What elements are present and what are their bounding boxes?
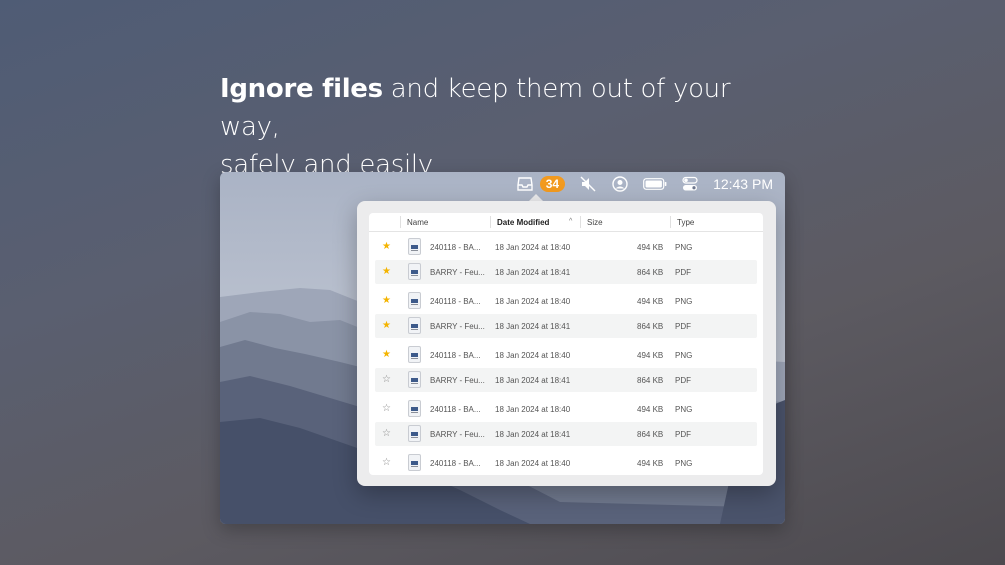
column-separator [400, 216, 401, 228]
control-center-icon[interactable] [681, 175, 699, 193]
file-icon [408, 317, 421, 334]
table-row[interactable]: ★ BARRY - Feu... 18 Jan 2024 at 18:41 864 K… [375, 314, 757, 338]
file-size: 494 KB [637, 351, 664, 360]
table-row[interactable]: ☆ BARRY - Feu... 18 Jan 2024 at 18:41 864 K… [375, 368, 757, 392]
file-type: PNG [675, 243, 693, 252]
file-date-modified: 18 Jan 2024 at 18:40 [495, 351, 571, 360]
file-size: 864 KB [637, 430, 664, 439]
file-date-modified: 18 Jan 2024 at 18:40 [495, 459, 571, 468]
star-icon[interactable]: ☆ [382, 403, 391, 414]
star-icon[interactable]: ☆ [382, 374, 391, 385]
file-date-modified: 18 Jan 2024 at 18:41 [495, 376, 571, 385]
star-icon[interactable]: ☆ [382, 457, 391, 468]
table-row[interactable]: ☆ BARRY - Feu... 18 Jan 2024 at 18:41 864 K… [375, 422, 757, 446]
file-size: 494 KB [637, 243, 664, 252]
sort-ascending-icon[interactable]: ^ [569, 218, 572, 225]
file-size: 864 KB [637, 376, 664, 385]
file-name: 240118 - BA... [430, 459, 481, 468]
inbox-tray-icon[interactable] [516, 175, 534, 193]
file-type: PNG [675, 351, 693, 360]
file-name: 240118 - BA... [430, 297, 481, 306]
star-icon[interactable]: ★ [382, 295, 391, 306]
file-name: 240118 - BA... [430, 351, 481, 360]
file-name: 240118 - BA... [430, 405, 481, 414]
star-icon[interactable]: ★ [382, 241, 391, 252]
table-row[interactable]: ★ BARRY - Feu... 18 Jan 2024 at 18:41 864 K… [375, 260, 757, 284]
file-icon [408, 346, 421, 363]
ignored-count-badge[interactable]: 34 [539, 176, 566, 192]
file-date-modified: 18 Jan 2024 at 18:40 [495, 243, 571, 252]
file-icon [408, 400, 421, 417]
file-table: Name Date Modified ^ Size Type ★ 240118 -… [369, 213, 763, 475]
table-row[interactable]: ★ 240118 - BA... 18 Jan 2024 at 18:40 494 K… [375, 343, 757, 367]
table-row[interactable]: ★ 240118 - BA... 18 Jan 2024 at 18:40 494 K… [375, 289, 757, 313]
file-size: 864 KB [637, 322, 664, 331]
column-header-date-modified[interactable]: Date Modified [497, 218, 549, 227]
file-date-modified: 18 Jan 2024 at 18:41 [495, 322, 571, 331]
column-header-size[interactable]: Size [587, 218, 603, 227]
file-name: 240118 - BA... [430, 243, 481, 252]
file-name: BARRY - Feu... [430, 376, 485, 385]
headline: Ignore files and keep them out of your w… [220, 70, 780, 184]
file-type: PNG [675, 297, 693, 306]
star-icon[interactable]: ★ [382, 349, 391, 360]
column-separator [670, 216, 671, 228]
file-type: PNG [675, 405, 693, 414]
star-icon[interactable]: ★ [382, 266, 391, 277]
file-date-modified: 18 Jan 2024 at 18:40 [495, 297, 571, 306]
file-size: 864 KB [637, 268, 664, 277]
file-icon [408, 292, 421, 309]
ignored-files-popover: Name Date Modified ^ Size Type ★ 240118 -… [357, 201, 776, 486]
file-type: PDF [675, 430, 691, 439]
user-circle-icon[interactable] [611, 175, 629, 193]
file-type: PNG [675, 459, 693, 468]
file-date-modified: 18 Jan 2024 at 18:41 [495, 268, 571, 277]
column-separator [490, 216, 491, 228]
file-name: BARRY - Feu... [430, 430, 485, 439]
file-icon [408, 263, 421, 280]
file-icon [408, 454, 421, 471]
file-type: PDF [675, 322, 691, 331]
table-header: Name Date Modified ^ Size Type [369, 213, 763, 232]
file-date-modified: 18 Jan 2024 at 18:41 [495, 430, 571, 439]
file-icon [408, 425, 421, 442]
column-header-type[interactable]: Type [677, 218, 694, 227]
star-icon[interactable]: ★ [382, 320, 391, 331]
headline-bold: Ignore files [220, 74, 383, 104]
battery-icon[interactable] [643, 175, 667, 193]
file-type: PDF [675, 268, 691, 277]
menu-bar: 34 12:43 PM [220, 172, 785, 196]
mute-icon[interactable] [579, 175, 597, 193]
table-row[interactable]: ★ 240118 - BA... 18 Jan 2024 at 18:40 494 K… [375, 235, 757, 259]
file-size: 494 KB [637, 405, 664, 414]
file-type: PDF [675, 376, 691, 385]
file-icon [408, 371, 421, 388]
file-size: 494 KB [637, 297, 664, 306]
file-date-modified: 18 Jan 2024 at 18:40 [495, 405, 571, 414]
file-name: BARRY - Feu... [430, 268, 485, 277]
table-row[interactable]: ☆ 240118 - BA... 18 Jan 2024 at 18:40 494 K… [375, 451, 757, 475]
file-name: BARRY - Feu... [430, 322, 485, 331]
menu-bar-clock: 12:43 PM [713, 176, 773, 192]
file-icon [408, 238, 421, 255]
column-header-name[interactable]: Name [407, 218, 428, 227]
column-separator [580, 216, 581, 228]
table-row[interactable]: ☆ 240118 - BA... 18 Jan 2024 at 18:40 494 K… [375, 397, 757, 421]
file-size: 494 KB [637, 459, 664, 468]
star-icon[interactable]: ☆ [382, 428, 391, 439]
